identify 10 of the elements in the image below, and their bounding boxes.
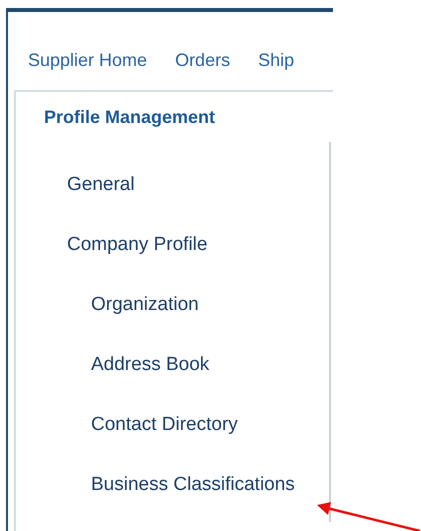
nav-link[interactable]: Supplier Home (28, 49, 148, 90)
panel-title: Profile Management (43, 106, 216, 129)
menu-item[interactable]: General (67, 174, 135, 196)
menu-item[interactable]: Company Profile (67, 234, 208, 256)
submenu-item[interactable]: Organization (91, 294, 199, 316)
nav-link[interactable]: Orders (175, 49, 230, 90)
nav-link[interactable]: Ship (258, 49, 294, 90)
submenu-item[interactable]: Contact Directory (91, 414, 238, 436)
submenu-item[interactable]: Business Classifications (91, 474, 295, 496)
submenu-item[interactable]: Address Book (91, 354, 210, 376)
